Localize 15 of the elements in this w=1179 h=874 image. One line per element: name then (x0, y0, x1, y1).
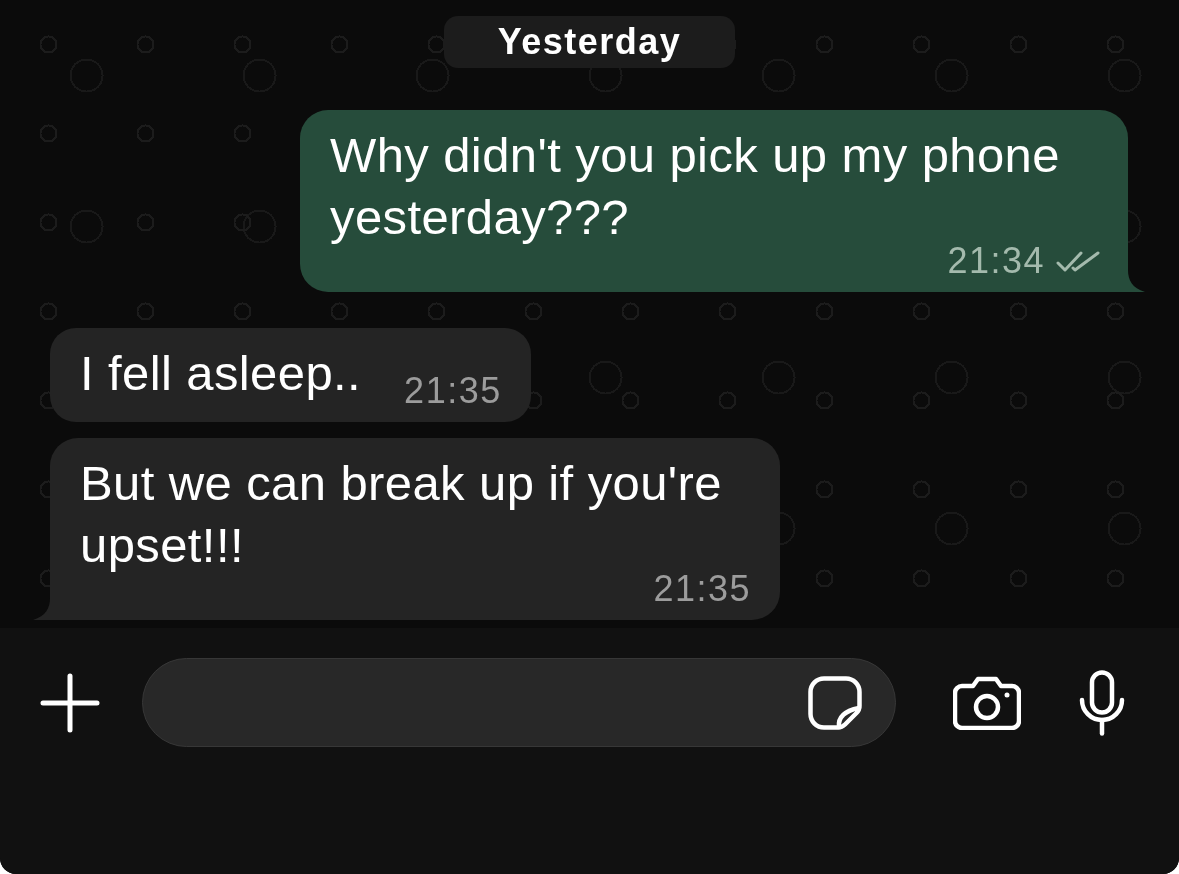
add-button[interactable] (40, 672, 100, 733)
message-text: But we can break up if you're upset!!! (80, 455, 723, 574)
message-text: Why didn't you pick up my phone yesterday??? (330, 127, 1061, 246)
camera-button[interactable] (953, 675, 1021, 730)
sticker-icon (808, 675, 862, 730)
date-separator: Yesterday (443, 16, 736, 68)
microphone-icon (1079, 669, 1125, 736)
camera-icon (953, 675, 1021, 730)
message-text: I fell asleep.. (80, 345, 362, 402)
plus-icon (40, 672, 100, 733)
sticker-button[interactable] (808, 675, 862, 730)
message-time: 21:35 (653, 576, 751, 602)
microphone-button[interactable] (1079, 669, 1125, 736)
message-time: 21:34 (947, 248, 1045, 274)
message-time: 21:35 (404, 378, 502, 404)
